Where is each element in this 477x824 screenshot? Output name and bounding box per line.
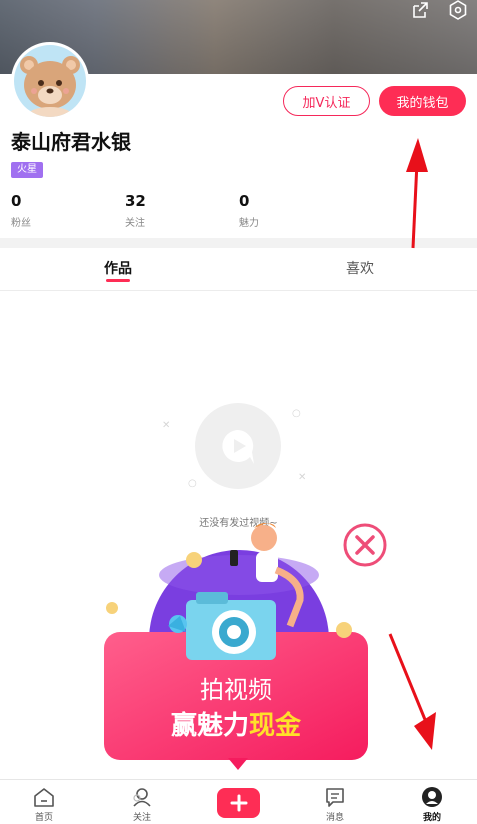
nav-messages-label: 消息	[325, 813, 344, 823]
promo-line2-prefix: 赢魅力	[171, 710, 249, 741]
follow-icon	[133, 788, 151, 807]
nav-messages[interactable]: 消息	[305, 780, 365, 823]
stat-fans[interactable]: 0 粉丝	[11, 192, 31, 229]
stat-label: 关注	[125, 218, 145, 229]
tab-works[interactable]: 作品	[104, 258, 132, 278]
empty-video-icon	[195, 403, 281, 489]
tab-likes[interactable]: 喜欢	[346, 258, 374, 278]
close-circle-icon[interactable]	[342, 522, 388, 568]
promo-line2-highlight: 现金	[249, 710, 302, 741]
share-icon[interactable]	[410, 0, 430, 20]
stat-value: 32	[125, 192, 146, 210]
nav-home[interactable]: 首页	[14, 780, 74, 823]
avatar[interactable]	[11, 42, 89, 120]
annotation-arrow-down-icon	[388, 633, 436, 750]
sparkle-icon: ✕	[162, 420, 171, 431]
bottom-navigation: 首页 关注 消息 我的	[0, 779, 477, 824]
stat-value: 0	[11, 192, 22, 210]
promo-banner[interactable]: 拍视频 赢魅力现金	[104, 520, 374, 770]
add-video-button[interactable]	[217, 788, 260, 818]
wallet-button[interactable]: 我的钱包	[379, 86, 466, 116]
level-badge: 火星	[11, 162, 43, 178]
nav-home-label: 首页	[34, 813, 53, 823]
nav-me-label: 我的	[422, 813, 441, 823]
annotation-arrow-up-icon	[406, 138, 428, 249]
sparkle-icon: ✕	[298, 472, 307, 483]
bear-avatar-icon	[14, 45, 86, 117]
promo-line2: 赢魅力现金	[171, 710, 302, 741]
home-icon	[34, 788, 54, 807]
nav-follow-label: 关注	[132, 813, 151, 823]
verify-button[interactable]: 加V认证	[283, 86, 370, 116]
stat-value: 0	[239, 192, 250, 210]
tab-divider	[0, 290, 477, 291]
nav-me[interactable]: 我的	[402, 780, 462, 823]
sparkle-icon: ○	[292, 408, 301, 419]
username: 泰山府君水银	[11, 130, 131, 154]
stat-charm[interactable]: 0 魅力	[239, 192, 259, 229]
add-icon	[230, 794, 247, 812]
stat-label: 魅力	[239, 218, 259, 229]
stat-following[interactable]: 32 关注	[125, 192, 146, 229]
stat-label: 粉丝	[11, 218, 31, 229]
nav-follow[interactable]: 关注	[112, 780, 172, 823]
settings-icon[interactable]	[448, 0, 468, 20]
me-icon	[422, 787, 442, 807]
message-icon	[326, 788, 344, 807]
promo-line1: 拍视频	[200, 676, 272, 704]
tab-active-indicator	[106, 279, 130, 282]
